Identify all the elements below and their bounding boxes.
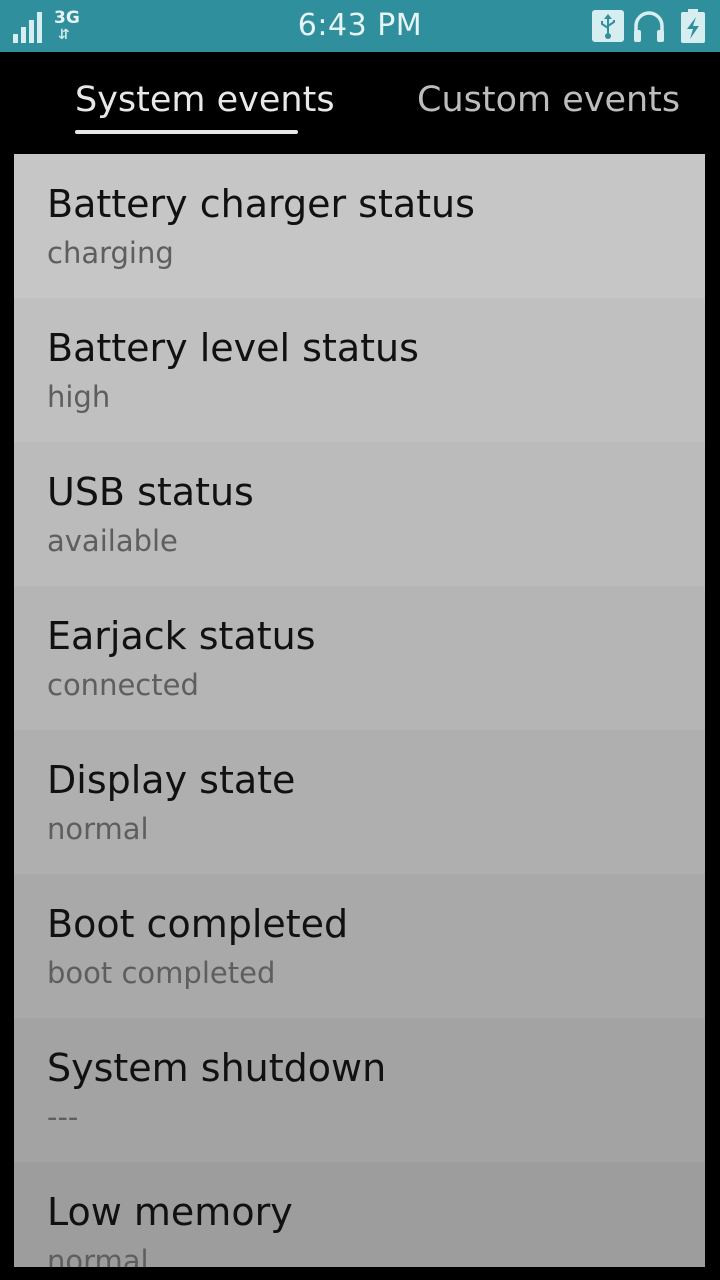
event-title: System shutdown [47, 1046, 387, 1090]
event-title: Battery charger status [47, 182, 475, 226]
event-title: Display state [47, 758, 296, 802]
event-title: Earjack status [47, 614, 316, 658]
event-value: high [47, 380, 111, 414]
list-item-boot-completed[interactable]: Boot completed boot completed [14, 874, 705, 1018]
list-item-battery-charger-status[interactable]: Battery charger status charging [14, 154, 705, 298]
battery-charging-icon [681, 9, 705, 43]
events-list[interactable]: Battery charger status charging Battery … [14, 154, 705, 1267]
event-value: charging [47, 236, 174, 270]
list-item-low-memory[interactable]: Low memory normal [14, 1162, 705, 1267]
event-value: normal [47, 1244, 149, 1267]
list-item-usb-status[interactable]: USB status available [14, 442, 705, 586]
event-value: available [47, 524, 178, 558]
tab-custom-events[interactable]: Custom events [417, 80, 680, 120]
event-value: normal [47, 812, 149, 846]
status-bar: 3G ⇵ 6:43 PM [0, 0, 720, 52]
tab-system-events[interactable]: System events [75, 80, 335, 120]
tab-bar: System events Custom events [0, 52, 720, 154]
active-tab-indicator [75, 130, 298, 134]
list-item-battery-level-status[interactable]: Battery level status high [14, 298, 705, 442]
event-value: --- [47, 1100, 79, 1134]
list-item-display-state[interactable]: Display state normal [14, 730, 705, 874]
event-title: Battery level status [47, 326, 419, 370]
list-item-earjack-status[interactable]: Earjack status connected [14, 586, 705, 730]
list-item-system-shutdown[interactable]: System shutdown --- [14, 1018, 705, 1162]
usb-icon [592, 10, 624, 42]
event-value: connected [47, 668, 199, 702]
event-title: Boot completed [47, 902, 349, 946]
event-title: Low memory [47, 1190, 293, 1234]
headphones-icon [634, 11, 664, 42]
event-value: boot completed [47, 956, 276, 990]
event-title: USB status [47, 470, 254, 514]
